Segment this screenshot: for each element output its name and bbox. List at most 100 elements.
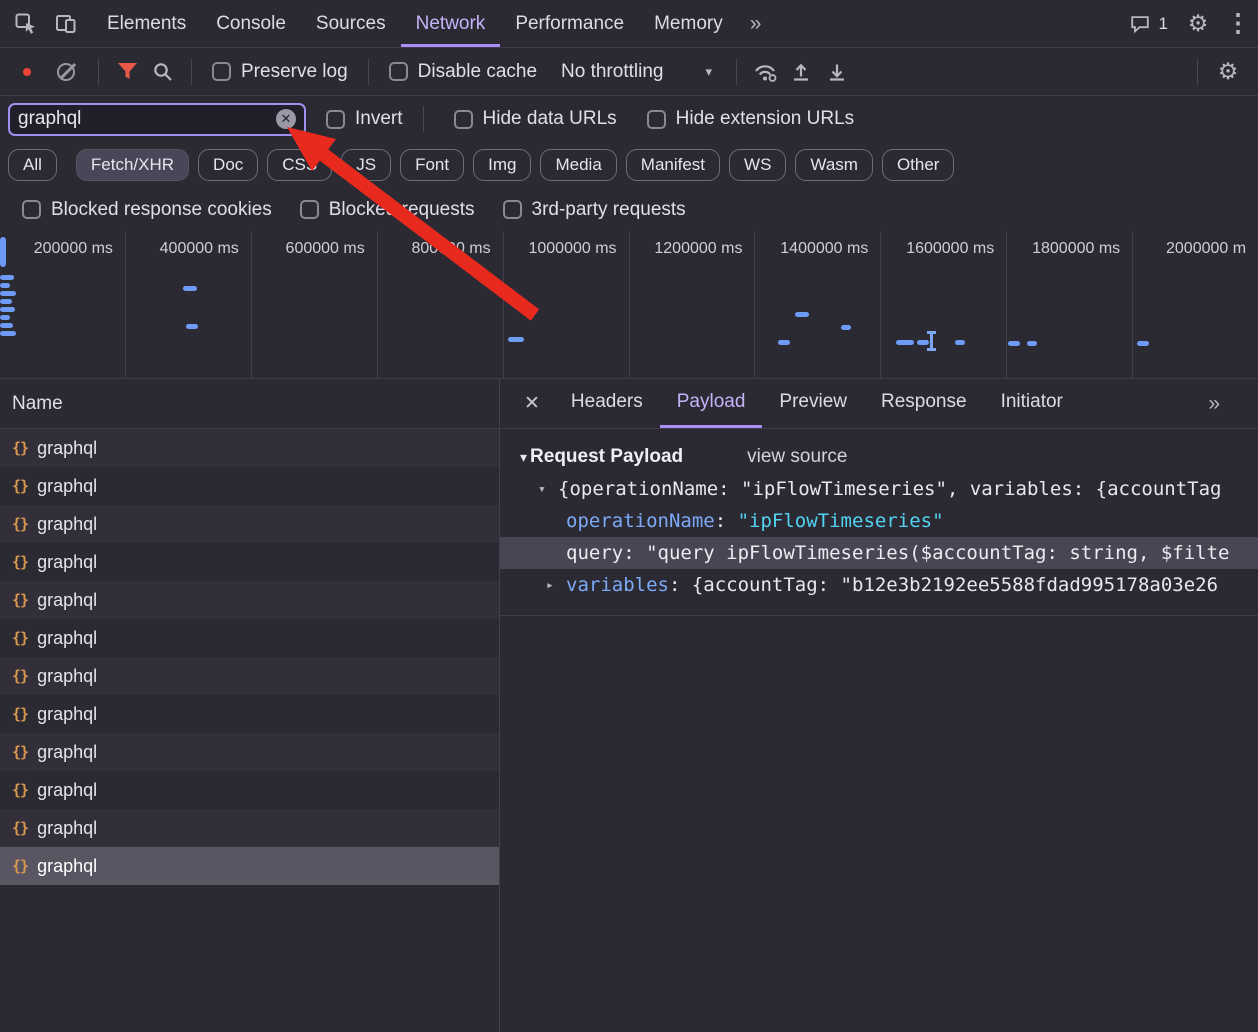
pill-font[interactable]: Font [400,149,465,181]
pill-wasm[interactable]: Wasm [795,149,873,181]
collapsed-triangle-icon[interactable]: ▸ [546,578,566,593]
more-detail-tabs-icon[interactable]: » [1196,379,1232,428]
pill-manifest[interactable]: Manifest [625,149,721,181]
view-source-link[interactable]: view source [747,446,847,468]
section-expanded-icon[interactable]: ▾ [520,449,527,466]
hide-data-urls-toggle[interactable]: Hide data URLs [453,108,617,130]
name-column-header[interactable]: Name [0,379,499,429]
request-payload-section[interactable]: ▾ Request Payload view source [500,441,1258,473]
tab-preview[interactable]: Preview [762,379,864,428]
tab-payload[interactable]: Payload [659,379,763,428]
invert-filter-toggle[interactable]: Invert [326,108,403,130]
third-party-label: 3rd-party requests [531,198,686,220]
waterfall-selected-marker [927,331,936,351]
request-row[interactable]: {} graphql [0,771,499,809]
more-panels-icon[interactable]: » [738,0,774,47]
record-network-log-button[interactable] [23,67,31,76]
close-details-icon[interactable]: ✕ [510,379,554,428]
disable-cache-toggle[interactable]: Disable cache [388,61,537,83]
payload-row-query-selected[interactable]: query: "query ipFlowTimeseries($accountT… [500,537,1258,569]
issues-button[interactable]: 1 [1119,0,1178,47]
device-toolbar-icon[interactable] [46,0,86,47]
timeline-handle[interactable] [0,237,6,267]
waterfall-mark [778,340,790,345]
tab-initiator[interactable]: Initiator [984,379,1080,428]
waterfall-mark [795,312,809,317]
request-row[interactable]: {} graphql [0,657,499,695]
timeline-label: 1600000 ms [906,240,995,257]
fetch-xhr-icon: {} [12,477,29,495]
tab-performance[interactable]: Performance [500,0,639,47]
payload-row-operation-name[interactable]: operationName: "ipFlowTimeseries" [500,505,1258,537]
pill-fetch-xhr[interactable]: Fetch/XHR [75,149,190,181]
clear-network-log-button[interactable] [57,62,75,81]
payload-value: {accountTag: "b12e3b2192ee5588fdad995178… [691,574,1219,596]
request-row[interactable]: {} graphql [0,619,499,657]
tab-console[interactable]: Console [201,0,301,47]
tab-response[interactable]: Response [864,379,984,428]
request-row[interactable]: {} graphql [0,467,499,505]
blocked-cookies-toggle[interactable]: Blocked response cookies [22,199,272,221]
timeline-label: 600000 ms [285,240,365,257]
tab-network[interactable]: Network [400,0,501,47]
pill-ws[interactable]: WS [729,149,787,181]
tab-memory[interactable]: Memory [639,0,738,47]
tab-headers[interactable]: Headers [554,379,660,428]
third-party-checkbox[interactable] [502,200,522,219]
pill-other[interactable]: Other [881,149,955,181]
payload-row-variables[interactable]: ▸ variables: {accountTag: "b12e3b2192ee5… [500,569,1258,601]
request-name: graphql [37,627,98,648]
throttling-select[interactable]: No throttling ▾ [561,61,712,83]
preserve-log-toggle[interactable]: Preserve log [212,61,348,83]
details-tabbar: ✕ Headers Payload Preview Response Initi… [500,379,1258,429]
request-row[interactable]: {} graphql [0,429,499,467]
filter-funnel-icon[interactable] [109,55,145,89]
disable-cache-checkbox[interactable] [388,62,408,81]
blocked-cookies-label: Blocked response cookies [51,198,272,220]
invert-checkbox[interactable] [326,109,345,129]
hide-data-urls-checkbox[interactable] [453,109,473,129]
payload-summary-text: {operationName: "ipFlowTimeseries", vari… [558,478,1222,500]
kebab-menu-icon[interactable]: ⋮ [1218,0,1258,47]
pill-media[interactable]: Media [540,149,617,181]
waterfall-mark [183,286,197,291]
settings-gear-icon[interactable]: ⚙ [1178,0,1218,47]
waterfall-overview[interactable]: 200000 ms 400000 ms 600000 ms 800000 ms … [0,231,1258,379]
filter-input-box[interactable]: ✕ [8,102,306,136]
preserve-log-checkbox[interactable] [212,62,231,81]
pill-all[interactable]: All [8,149,57,181]
pill-css[interactable]: CSS [267,149,333,181]
timeline-column: 200000 ms [0,231,125,378]
inspect-element-icon[interactable] [6,0,46,47]
request-row[interactable]: {} graphql [0,695,499,733]
tab-elements[interactable]: Elements [92,0,201,47]
clear-filter-icon[interactable]: ✕ [276,109,296,129]
blocked-requests-checkbox[interactable] [299,200,319,219]
import-har-icon[interactable] [783,55,819,89]
hide-extension-urls-checkbox[interactable] [646,109,666,129]
network-settings-gear-icon[interactable]: ⚙ [1208,60,1248,83]
request-row[interactable]: {} graphql [0,733,499,771]
search-icon[interactable] [145,55,181,89]
request-row[interactable]: {} graphql [0,543,499,581]
timeline-label: 2000000 m [1166,240,1247,257]
fetch-xhr-icon: {} [12,781,29,799]
export-har-icon[interactable] [819,55,855,89]
tab-sources[interactable]: Sources [301,0,401,47]
pill-doc[interactable]: Doc [198,149,259,181]
expanded-triangle-icon[interactable]: ▾ [538,482,558,497]
network-conditions-icon[interactable] [747,55,783,89]
hide-extension-urls-toggle[interactable]: Hide extension URLs [646,108,854,130]
request-row[interactable]: {} graphql [0,581,499,619]
pill-img[interactable]: Img [473,149,532,181]
request-row-selected[interactable]: {} graphql [0,847,499,885]
pill-js[interactable]: JS [341,149,392,181]
request-name: graphql [37,855,98,876]
third-party-toggle[interactable]: 3rd-party requests [502,198,686,221]
blocked-requests-toggle[interactable]: Blocked requests [299,199,475,221]
request-row[interactable]: {} graphql [0,505,499,543]
request-row[interactable]: {} graphql [0,809,499,847]
payload-summary-row[interactable]: ▾ {operationName: "ipFlowTimeseries", va… [500,473,1258,505]
blocked-cookies-checkbox[interactable] [22,200,41,219]
filter-input[interactable] [18,108,268,130]
